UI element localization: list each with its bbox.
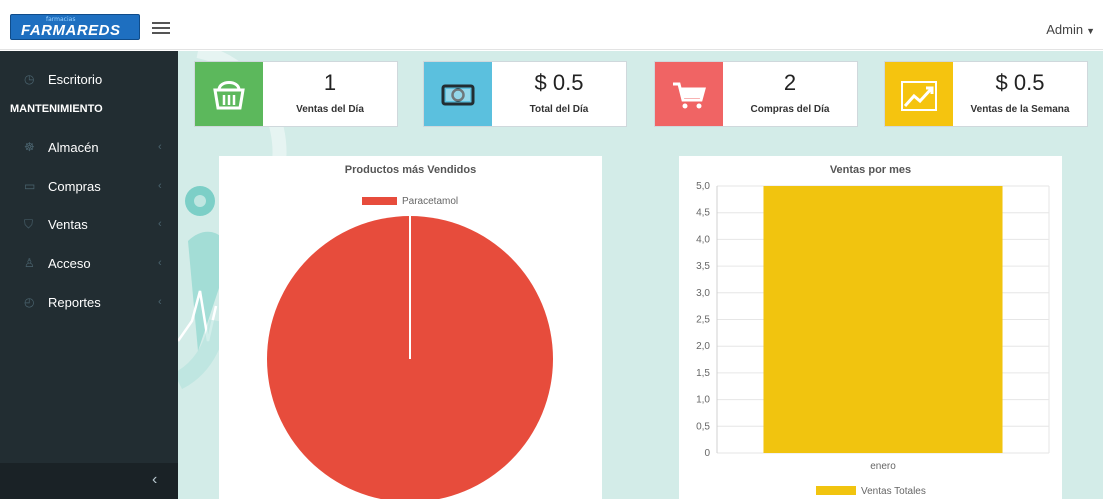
sidebar-item-acceso[interactable]: ♙ Acceso ‹ xyxy=(0,245,178,283)
sidebar: ◷ Escritorio MANTENIMIENTO ☸ Almacén ‹ ▭… xyxy=(0,51,178,499)
sidebar-item-ventas[interactable]: ⛉ Ventas ‹ xyxy=(0,206,178,244)
sidebar-item-label: Escritorio xyxy=(48,72,103,87)
y-tick-label: 2,0 xyxy=(696,341,710,352)
brand-logo[interactable]: farmacias FARMAREDS xyxy=(10,14,140,40)
legend-swatch-ventas-totales xyxy=(816,486,856,495)
sidebar-item-almacen[interactable]: ☸ Almacén ‹ xyxy=(0,129,178,167)
bar-chart-panel: Ventas por mes Ventas Totales 0 0,5 1,0 1,5… xyxy=(679,156,1062,499)
kpi-caption: Compras del Día xyxy=(750,104,830,115)
kpi-caption: Ventas del Día xyxy=(296,104,364,115)
user-name: Admin xyxy=(1046,22,1084,37)
chevron-left-icon: ‹ xyxy=(158,141,162,153)
laptop-icon: ☸ xyxy=(24,140,35,154)
sidebar-item-label: Compras xyxy=(48,179,101,194)
sidebar-collapse-button[interactable]: ‹ xyxy=(0,463,178,499)
sidebar-item-compras[interactable]: ▭ Compras ‹ xyxy=(0,168,178,206)
caret-down-icon: ▼ xyxy=(1086,26,1095,36)
cart-icon xyxy=(655,62,723,126)
user-icon: ♙ xyxy=(24,256,35,270)
money-icon xyxy=(424,62,492,126)
sidebar-item-escritorio[interactable]: ◷ Escritorio xyxy=(0,61,178,99)
y-tick-label: 0,5 xyxy=(696,421,710,432)
chevron-left-icon: ‹ xyxy=(158,180,162,192)
kpi-value: 1 xyxy=(323,70,337,95)
kpi-value: 2 xyxy=(783,70,797,95)
top-navbar: farmacias FARMAREDS Admin ▼ xyxy=(0,0,1103,50)
sidebar-item-label: Acceso xyxy=(48,256,91,271)
legend-label-paracetamol: Paracetamol xyxy=(402,196,458,207)
y-tick-label: 3,5 xyxy=(696,261,710,272)
y-tick-label: 4,5 xyxy=(696,208,710,219)
kpi-ventas-de-la-semana: $ 0.5 Ventas de la Semana xyxy=(884,61,1088,127)
bar-chart: Ventas Totales 0 0,5 1,0 1,5 2,0 2,5 3,0 3,5 4,0… xyxy=(696,181,1050,497)
sidebar-item-label: Reportes xyxy=(48,295,101,310)
kpi-total-del-dia: $ 0.5 Total del Día xyxy=(423,61,627,127)
y-tick-label: 3,0 xyxy=(696,288,710,299)
kpi-value: $ 0.5 xyxy=(995,70,1045,95)
y-tick-label: 4,0 xyxy=(696,234,710,245)
kpi-caption: Ventas de la Semana xyxy=(970,104,1070,115)
sidebar-section-header: MANTENIMIENTO xyxy=(10,103,103,115)
bar-enero xyxy=(763,186,1003,453)
chevron-left-icon: ‹ xyxy=(158,218,162,230)
sidebar-item-label: Ventas xyxy=(48,217,88,232)
cart-icon: ⛉ xyxy=(24,217,34,231)
y-tick-label: 1,5 xyxy=(696,368,710,379)
clock-icon: ◴ xyxy=(24,295,35,309)
trend-up-icon xyxy=(885,62,953,126)
legend-label-ventas-totales: Ventas Totales xyxy=(861,486,926,497)
sidebar-item-reportes[interactable]: ◴ Reportes ‹ xyxy=(0,284,178,322)
kpi-compras-del-dia: 2 Compras del Día xyxy=(654,61,858,127)
kpi-value: $ 0.5 xyxy=(534,70,584,95)
x-tick-label: enero xyxy=(870,461,896,472)
y-tick-label: 5,0 xyxy=(696,181,710,192)
pie-chart-panel: Productos más Vendidos Paracetamol xyxy=(219,156,602,499)
chevron-left-icon: ‹ xyxy=(152,471,158,488)
pie-chart: Paracetamol xyxy=(267,196,553,499)
chevron-left-icon: ‹ xyxy=(158,296,162,308)
basket-icon xyxy=(195,62,263,126)
sidebar-item-label: Almacén xyxy=(48,140,99,155)
kpi-caption: Total del Día xyxy=(529,104,589,115)
y-tick-label: 1,0 xyxy=(696,395,710,406)
y-tick-label: 2,5 xyxy=(696,315,710,326)
legend-swatch-paracetamol xyxy=(362,197,397,205)
main-content: 1 Ventas del Día $ 0.5 Total del Día 2 C… xyxy=(178,51,1103,499)
kpi-ventas-del-dia: 1 Ventas del Día xyxy=(194,61,398,127)
logo-text: FARMAREDS xyxy=(21,22,121,39)
user-menu-dropdown[interactable]: Admin ▼ xyxy=(1046,22,1095,37)
menu-toggle-icon[interactable] xyxy=(152,22,170,34)
chevron-left-icon: ‹ xyxy=(158,257,162,269)
dashboard-icon: ◷ xyxy=(24,72,35,86)
folder-icon: ▭ xyxy=(24,179,36,193)
y-tick-label: 0 xyxy=(704,448,710,459)
